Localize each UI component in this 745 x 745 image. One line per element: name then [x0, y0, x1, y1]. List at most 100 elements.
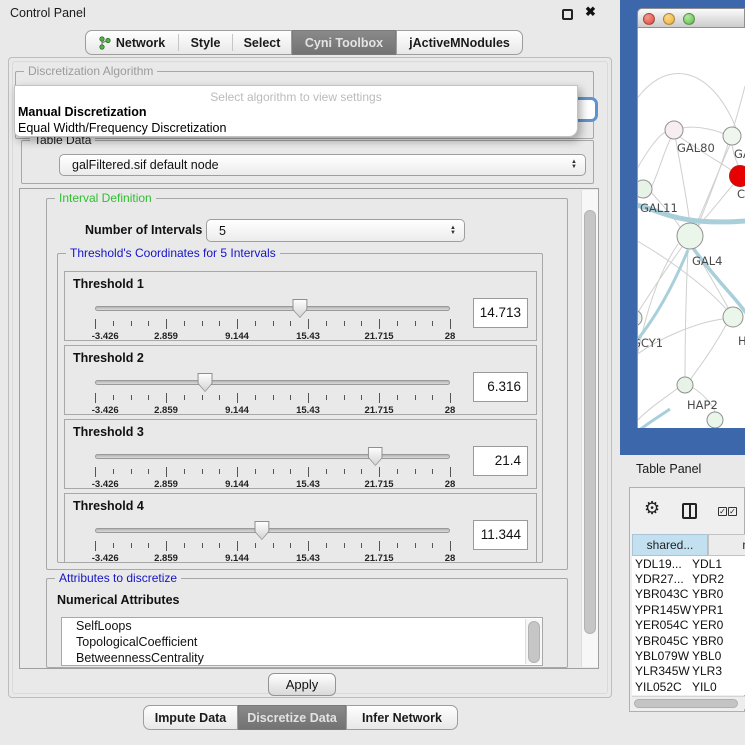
tab-select[interactable]: Select	[233, 31, 291, 54]
tab-jactivemnodules[interactable]: jActiveMNodules	[396, 30, 523, 55]
float-window-icon[interactable]	[562, 9, 573, 20]
threshold-1-value-field[interactable]: 14.713	[473, 298, 528, 328]
tab-select-label: Select	[244, 36, 281, 50]
network-node[interactable]	[677, 223, 703, 249]
table-cell[interactable]: YBR0	[692, 587, 723, 601]
table-cell[interactable]: YLR3	[692, 664, 722, 678]
tab-impute-data[interactable]: Impute Data	[143, 705, 238, 730]
table-cell[interactable]: YPR145W	[632, 603, 692, 617]
list-item[interactable]: SelfLoops	[62, 618, 542, 634]
table-cell[interactable]: YBL079W	[632, 649, 692, 663]
slider-tick-labels: -3.4262.8599.14415.4321.71528	[95, 553, 450, 565]
table-row[interactable]: YBL079WYBL0	[632, 648, 745, 663]
tab-infer-network[interactable]: Infer Network	[346, 705, 458, 730]
table-cell[interactable]: YDR2	[692, 572, 724, 586]
table-row[interactable]: YDR27...YDR2	[632, 571, 745, 586]
slider-track[interactable]	[95, 380, 450, 385]
scrollbar-track[interactable]	[581, 190, 598, 667]
checkbox-icon[interactable]: ✓	[728, 507, 737, 516]
table-row[interactable]: YDL19...YDL1	[632, 556, 745, 571]
table-cell[interactable]: YPR1	[692, 603, 723, 617]
dropdown-option-equal-width[interactable]: Equal Width/Frequency Discretization	[18, 121, 226, 135]
table-cell[interactable]: YER0	[692, 618, 723, 632]
table-row[interactable]: YLR345WYLR3	[632, 664, 745, 679]
zoom-traffic-light-icon[interactable]	[683, 13, 695, 25]
table-row[interactable]: YER054CYER0	[632, 618, 745, 633]
table-cell[interactable]: YBR043C	[632, 587, 692, 601]
network-edges	[638, 74, 745, 428]
table-cell[interactable]: YIL052C	[632, 680, 692, 694]
threshold-2-slider[interactable]: -3.4262.8599.14415.4321.71528	[95, 372, 450, 416]
table-cell[interactable]: YBL0	[692, 649, 721, 663]
numerical-attributes-label: Numerical Attributes	[57, 593, 179, 607]
apply-button[interactable]: Apply	[268, 673, 336, 696]
spinner-arrows-icon: ▲▼	[450, 226, 456, 236]
slider-ticks	[95, 392, 450, 403]
slider-thumb[interactable]	[368, 447, 383, 466]
network-node[interactable]	[723, 127, 741, 145]
threshold-3-slider[interactable]: -3.4262.8599.14415.4321.71528	[95, 446, 450, 490]
slider-thumb[interactable]	[292, 299, 307, 318]
tab-style-label: Style	[191, 36, 221, 50]
threshold-4-value-field[interactable]: 11.344	[473, 520, 528, 550]
tab-discretize-data[interactable]: Discretize Data	[238, 705, 346, 730]
network-node[interactable]	[723, 307, 743, 327]
scrollbar-thumb[interactable]	[584, 210, 596, 634]
numerical-attributes-list[interactable]: SelfLoops TopologicalCoefficient Between…	[61, 617, 543, 666]
columns-icon[interactable]	[682, 503, 697, 519]
network-node[interactable]	[677, 377, 693, 393]
dropdown-option-manual[interactable]: Manual Discretization	[18, 105, 147, 119]
network-node[interactable]	[638, 310, 642, 326]
close-icon[interactable]: ✖	[585, 4, 596, 20]
control-panel: Control Panel ✖ Network Style Select Cyn…	[0, 0, 620, 745]
slider-thumb[interactable]	[198, 373, 213, 392]
table-row[interactable]: YBR043CYBR0	[632, 587, 745, 602]
column-header-shared-name[interactable]: shared...	[632, 534, 708, 556]
threshold-1-slider[interactable]: -3.4262.8599.14415.4321.71528	[95, 298, 450, 342]
table-row[interactable]: YIL052CYIL0	[632, 679, 745, 694]
slider-thumb[interactable]	[254, 521, 269, 540]
tab-cyni-toolbox[interactable]: Cyni Toolbox	[292, 30, 396, 55]
list-scrollbar-track[interactable]	[525, 619, 542, 664]
close-traffic-light-icon[interactable]	[643, 13, 655, 25]
list-scrollbar-thumb[interactable]	[528, 621, 540, 663]
horizontal-scrollbar-track[interactable]	[632, 696, 745, 709]
threshold-2-value-field[interactable]: 6.316	[473, 372, 528, 402]
num-intervals-combo[interactable]: 5 ▲▼	[206, 219, 465, 242]
slider-track[interactable]	[95, 528, 450, 533]
table-cell[interactable]: YIL0	[692, 680, 717, 694]
list-item[interactable]: TopologicalCoefficient	[62, 634, 542, 650]
table-row[interactable]: YBR045CYBR0	[632, 633, 745, 648]
checkbox-icon[interactable]: ✓	[718, 507, 727, 516]
network-node-label: GAL80	[677, 141, 715, 155]
column-header-name[interactable]: na	[708, 534, 745, 556]
slider-track[interactable]	[95, 306, 450, 311]
threshold-3-value-field[interactable]: 21.4	[473, 446, 528, 476]
attributes-group-title: Attributes to discretize	[55, 571, 181, 585]
tab-network[interactable]: Network	[86, 31, 178, 54]
slider-tick-labels: -3.4262.8599.14415.4321.71528	[95, 405, 450, 417]
network-node[interactable]	[665, 121, 683, 139]
threshold-4-slider[interactable]: -3.4262.8599.14415.4321.71528	[95, 520, 450, 564]
table-cell[interactable]: YDL1	[692, 557, 722, 571]
table-row[interactable]: YPR145WYPR1	[632, 602, 745, 617]
table-cell[interactable]: YDL19...	[632, 557, 692, 571]
network-node[interactable]	[638, 180, 652, 198]
minimize-traffic-light-icon[interactable]	[663, 13, 675, 25]
table-data-combo[interactable]: galFiltered.sif default node ▲▼	[59, 154, 586, 176]
slider-tick-labels: -3.4262.8599.14415.4321.71528	[95, 331, 450, 343]
table-cell[interactable]: YDR27...	[632, 572, 692, 586]
network-node[interactable]	[707, 412, 723, 428]
horizontal-scrollbar-thumb[interactable]	[634, 699, 738, 708]
slider-track[interactable]	[95, 454, 450, 459]
tab-style[interactable]: Style	[179, 31, 232, 54]
network-canvas[interactable]: GAL80GACGAL11GAL4GCY1HHAP2	[637, 28, 745, 428]
list-item[interactable]: BetweennessCentrality	[62, 650, 542, 666]
table-cell[interactable]: YBR0	[692, 634, 723, 648]
network-node[interactable]	[730, 166, 745, 187]
network-window-titlebar[interactable]	[637, 8, 745, 28]
table-cell[interactable]: YER054C	[632, 618, 692, 632]
table-cell[interactable]: YLR345W	[632, 664, 692, 678]
gear-icon[interactable]: ⚙	[644, 500, 660, 518]
table-cell[interactable]: YBR045C	[632, 634, 692, 648]
